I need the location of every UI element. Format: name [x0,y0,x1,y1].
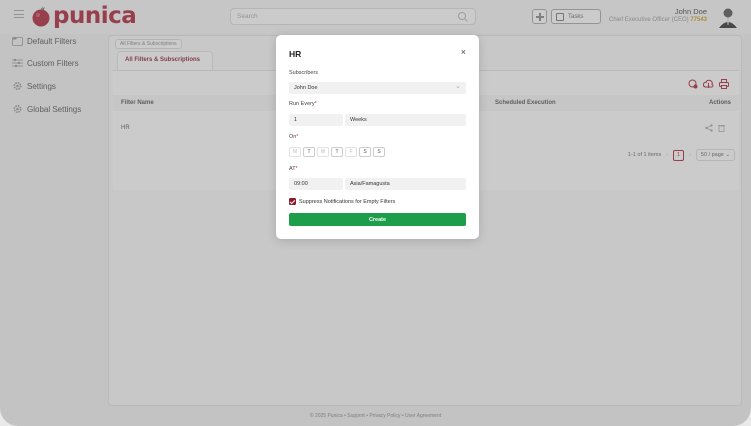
day-toggle-tuesday[interactable]: T [303,147,315,157]
run-every-input[interactable]: 1 [289,114,343,126]
day-toggle-thursday[interactable]: T [331,147,343,157]
day-picker: M T W T F S S [289,147,385,157]
day-toggle-sunday[interactable]: S [373,147,385,157]
at-label: AT* [289,166,298,172]
at-label-text: AT [289,166,296,172]
suppress-notifications-label: Suppress Notifications for Empty Filters [299,198,396,205]
day-toggle-wednesday[interactable]: W [317,147,329,157]
modal-title: HR [289,49,302,59]
subscribers-select[interactable]: John Doe [289,82,466,94]
close-icon[interactable]: × [461,47,466,57]
timezone-select[interactable]: Asia/Famagusta [345,178,466,190]
day-toggle-saturday[interactable]: S [359,147,371,157]
day-toggle-monday[interactable]: M [289,147,301,157]
subscribers-label: Subscribers [289,70,319,76]
time-input[interactable]: 09:00 [289,178,343,190]
on-label: On* [289,134,298,140]
required-marker: * [296,134,299,140]
time-value: 09:00 [294,181,308,187]
required-marker: * [295,166,298,172]
subscription-modal: HR × Subscribers John Doe Run Every* 1 W… [276,35,479,239]
run-every-label-text: Run Every [289,101,315,107]
run-every-unit-select[interactable]: Weeks [345,114,466,126]
subscribers-value: John Doe [294,85,318,91]
suppress-notifications-row[interactable]: Suppress Notifications for Empty Filters [289,198,395,205]
day-toggle-friday[interactable]: F [345,147,357,157]
timezone-value: Asia/Famagusta [350,181,390,187]
run-every-unit-value: Weeks [350,117,367,123]
create-button[interactable]: Create [289,213,466,226]
run-every-label: Run Every* [289,101,317,107]
run-every-value: 1 [294,117,298,123]
suppress-notifications-checkbox[interactable] [289,198,296,205]
required-marker: * [314,101,317,107]
